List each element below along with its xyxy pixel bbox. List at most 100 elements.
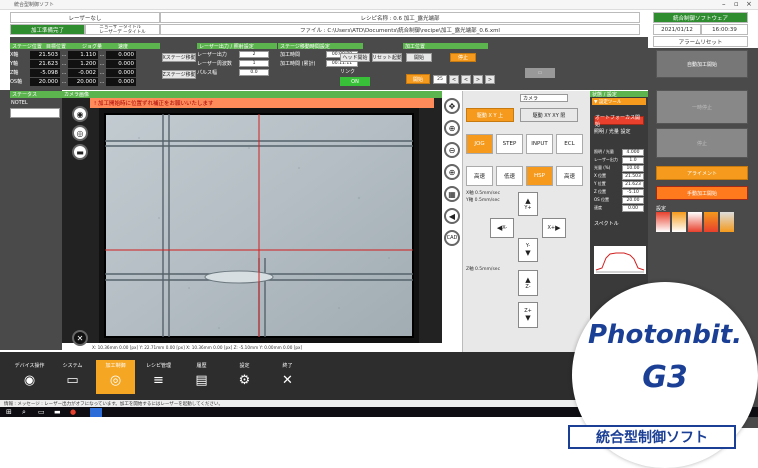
move-icon[interactable]: ✥ bbox=[444, 98, 460, 114]
pause-button[interactable]: 一時停止 bbox=[656, 90, 748, 124]
step-next-button[interactable]: > bbox=[473, 75, 483, 84]
camera-icon[interactable]: ◉ bbox=[72, 106, 88, 122]
title-bar: 統合型制御ソフト – ▫ × bbox=[0, 0, 758, 10]
step-first-button[interactable]: < bbox=[449, 75, 459, 84]
stop-button[interactable]: 停止 bbox=[656, 128, 748, 158]
status-field[interactable] bbox=[10, 108, 60, 118]
app-icon[interactable]: ● bbox=[70, 408, 76, 416]
param-row: 速度 0.00 bbox=[594, 204, 646, 212]
tab-speed-1[interactable]: 高速 bbox=[466, 166, 493, 186]
param-value[interactable]: 4.000 bbox=[622, 148, 644, 156]
drive-xy-button[interactable]: 駆動 X Y 上 bbox=[466, 108, 514, 122]
crosshair-icon[interactable]: ⊕ bbox=[444, 164, 460, 180]
maximize-icon[interactable]: ▫ bbox=[734, 0, 739, 8]
active-app-icon[interactable] bbox=[90, 408, 102, 417]
head-start-button[interactable]: ヘッド開始 bbox=[340, 53, 370, 62]
swatch[interactable] bbox=[720, 212, 734, 232]
settings-icon[interactable]: ✕ bbox=[72, 330, 88, 346]
nav-system[interactable]: システム ▭ bbox=[53, 360, 92, 394]
jog-z-minus-button[interactable]: ▲ Z- bbox=[518, 270, 538, 296]
swatch[interactable] bbox=[656, 212, 670, 232]
windows-start-icon[interactable]: ⊞ bbox=[6, 408, 12, 416]
axis-jog[interactable]: 20.000 bbox=[68, 77, 98, 86]
jog-y-plus-button[interactable]: ▲ Y+ bbox=[518, 192, 538, 216]
axis-pos: -5.098 bbox=[30, 68, 60, 77]
axis-speed[interactable]: 0.000 bbox=[106, 77, 136, 86]
alignment-button[interactable]: アライメント bbox=[656, 166, 748, 180]
folder-icon[interactable]: ▬ bbox=[54, 408, 61, 416]
x-stage-move-button[interactable]: Xステージ移動 bbox=[162, 53, 196, 62]
camera-image[interactable] bbox=[99, 108, 419, 343]
jog-y-minus-button[interactable]: Y- ▼ bbox=[518, 238, 538, 262]
zoom-in-icon[interactable]: ⊕ bbox=[444, 120, 460, 136]
tab-ecl[interactable]: ECL bbox=[556, 134, 583, 154]
target-icon[interactable]: ◀ bbox=[444, 208, 460, 224]
nav-recipe[interactable]: レシピ管理 ≡ bbox=[139, 360, 178, 394]
param-value[interactable]: 0.00 bbox=[622, 204, 644, 212]
image-status: X: 10.36mm 0.00 [px] Y: 22.71mm 0.00 [px… bbox=[62, 343, 442, 352]
autofocus-button[interactable]: オートフォーカス開始 bbox=[594, 115, 644, 128]
jog-z-plus-button[interactable]: Z+ ▼ bbox=[518, 302, 538, 328]
tab-jog[interactable]: JOG bbox=[466, 134, 493, 154]
nav-device[interactable]: デバイス操作 ◉ bbox=[10, 360, 49, 394]
param-value[interactable]: 10.00 bbox=[622, 164, 644, 172]
nav-process[interactable]: 加工制御 ◎ bbox=[96, 360, 135, 394]
drive-xy-limit-button[interactable]: 駆動 XY XY 限 bbox=[520, 108, 578, 122]
laser-setting-value[interactable]: 1 bbox=[239, 60, 269, 67]
jog-x-minus-button[interactable]: ◀ X- bbox=[490, 218, 514, 238]
jog-x-plus-button[interactable]: X+ ▶ bbox=[542, 218, 566, 238]
zoom-out-icon[interactable]: ⊖ bbox=[444, 142, 460, 158]
param-value[interactable]: 21.623 bbox=[622, 180, 644, 188]
swatch[interactable] bbox=[688, 212, 702, 232]
cad-icon[interactable]: CAD bbox=[444, 230, 460, 246]
manual-process-button[interactable]: 手動加工開始 bbox=[656, 186, 748, 200]
axis-jog[interactable]: 1.200 bbox=[68, 59, 98, 68]
swatch[interactable] bbox=[704, 212, 718, 232]
auto-process-button[interactable]: 自動加工開始 bbox=[656, 50, 748, 78]
tab-speed-3[interactable]: HSP bbox=[526, 166, 553, 186]
tab-speed-4[interactable]: 高速 bbox=[556, 166, 583, 186]
param-value[interactable]: 21.503 bbox=[622, 172, 644, 180]
step-input[interactable]: 25 bbox=[433, 75, 447, 84]
nav-settings[interactable]: 設定 ⚙ bbox=[225, 360, 264, 394]
taskview-icon[interactable]: ▭ bbox=[38, 408, 45, 416]
axis-jog[interactable]: -0.002 bbox=[68, 68, 98, 77]
axis-pos: 21.623 bbox=[30, 59, 60, 68]
tab-step[interactable]: STEP bbox=[496, 134, 523, 154]
axis-speed[interactable]: 0.000 bbox=[106, 50, 136, 59]
laser-setting-value[interactable]: 0.0 bbox=[239, 69, 269, 76]
tab-input[interactable]: INPUT bbox=[526, 134, 553, 154]
reset-start-button[interactable]: リセット起動 bbox=[372, 53, 402, 62]
z-stage-move-button[interactable]: Zステージ移動 bbox=[162, 70, 196, 79]
tab-speed-2[interactable]: 低速 bbox=[496, 166, 523, 186]
minimize-icon[interactable]: – bbox=[722, 0, 726, 8]
nav-history[interactable]: 履歴 ▤ bbox=[182, 360, 221, 394]
camera-select[interactable]: カメラ bbox=[520, 94, 568, 102]
axis-speed[interactable]: 0.000 bbox=[106, 68, 136, 77]
axis-row: Y軸 21.623 ... 1.200 ... 0.000 bbox=[10, 59, 136, 68]
jog-z-minus-label: Z- bbox=[525, 284, 531, 290]
laser-setting-value[interactable]: 2 bbox=[239, 51, 269, 58]
search-icon[interactable]: ⌕ bbox=[22, 408, 26, 417]
param-value[interactable]: 20.00 bbox=[622, 196, 644, 204]
axis-speed[interactable]: 0.000 bbox=[106, 59, 136, 68]
param-value[interactable]: 1.0 bbox=[622, 156, 644, 164]
alarm-reset-button[interactable]: アラームリセット bbox=[653, 36, 748, 47]
time: 16:00:39 bbox=[701, 24, 748, 35]
grid-icon[interactable]: ▦ bbox=[444, 186, 460, 202]
record-icon[interactable]: ◎ bbox=[72, 125, 88, 141]
cut-start-button[interactable]: 開始 bbox=[406, 53, 432, 62]
folder-icon[interactable]: ▬ bbox=[72, 144, 88, 160]
param-label: X 位置 bbox=[594, 173, 607, 178]
nav-exit[interactable]: 終了 ✕ bbox=[268, 360, 307, 394]
axis-jog[interactable]: 1.110 bbox=[68, 50, 98, 59]
cut-stop-button[interactable]: 停止 bbox=[450, 53, 476, 62]
nav-label: 加工制御 bbox=[105, 363, 126, 369]
swatch[interactable] bbox=[672, 212, 686, 232]
param-value[interactable]: -5.10 bbox=[622, 188, 644, 196]
step-prev-button[interactable]: < bbox=[461, 75, 471, 84]
step-last-button[interactable]: > bbox=[485, 75, 495, 84]
close-icon[interactable]: × bbox=[746, 0, 752, 8]
status-item: NOTEL bbox=[11, 100, 28, 106]
cut-mode-button[interactable]: 開始 bbox=[406, 74, 430, 84]
